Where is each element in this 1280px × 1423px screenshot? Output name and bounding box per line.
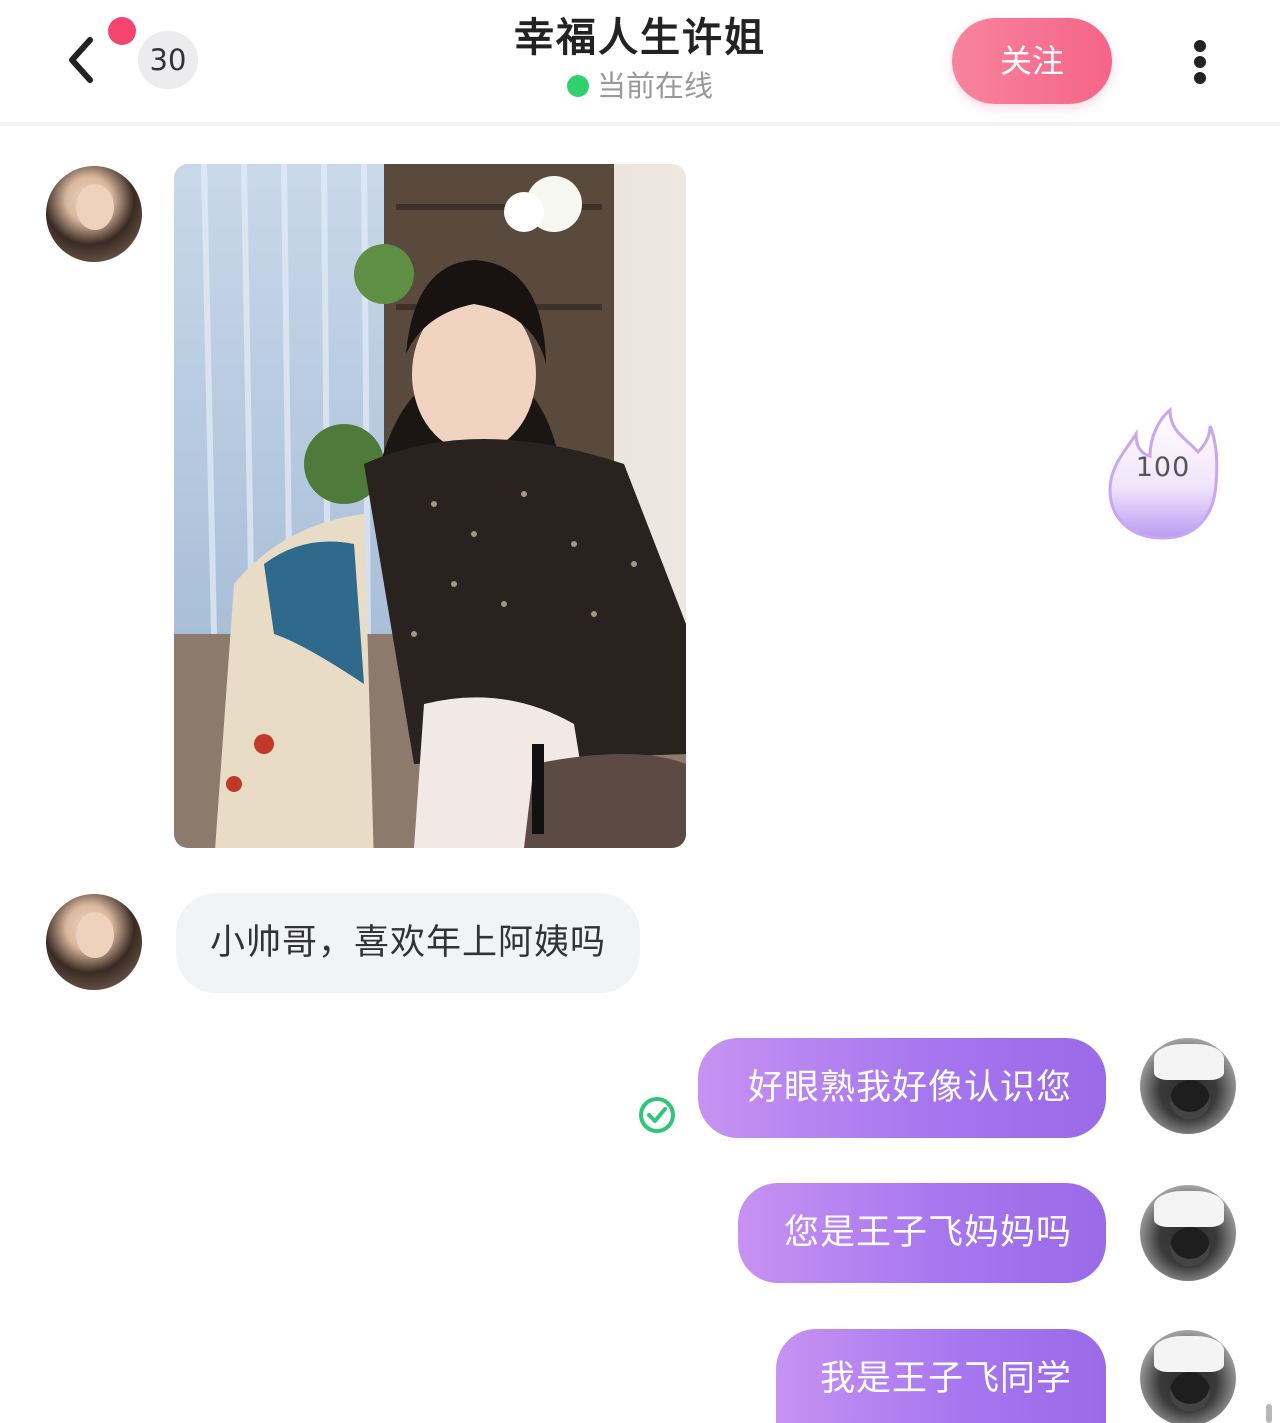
my-avatar[interactable] — [1140, 1038, 1236, 1134]
my-avatar[interactable] — [1140, 1330, 1236, 1423]
outgoing-message-bubble[interactable]: 我是王子飞同学 — [776, 1329, 1106, 1423]
more-vertical-icon — [1194, 40, 1206, 52]
gift-value: 100 — [1135, 452, 1191, 483]
unread-dot — [108, 17, 136, 45]
contact-avatar[interactable] — [46, 894, 142, 990]
incoming-message-bubble[interactable]: 小帅哥，喜欢年上阿姨吗 — [176, 893, 641, 993]
scrollbar[interactable] — [1266, 1404, 1272, 1423]
contact-avatar[interactable] — [46, 166, 142, 262]
photo-image — [174, 164, 686, 848]
chevron-left-icon — [69, 37, 93, 83]
more-options-button[interactable] — [1180, 34, 1220, 90]
chat-title: 幸福人生许姐 — [514, 15, 766, 61]
read-receipt — [637, 1095, 677, 1135]
chat-header: 30 幸福人生许姐 当前在线 关注 — [0, 0, 1280, 126]
gift-badge[interactable]: 100 — [1106, 404, 1220, 544]
check-circle-icon — [639, 1097, 675, 1133]
outgoing-message-bubble[interactable]: 您是王子飞妈妈吗 — [738, 1183, 1106, 1283]
unread-count-badge[interactable]: 30 — [138, 31, 198, 89]
outgoing-message-bubble[interactable]: 好眼熟我好像认识您 — [698, 1038, 1106, 1138]
chat-title-block: 幸福人生许姐 当前在线 — [380, 12, 900, 106]
online-dot-icon — [566, 75, 589, 97]
image-message[interactable] — [174, 164, 686, 848]
back-button[interactable] — [56, 30, 110, 90]
online-status: 当前在线 — [380, 66, 900, 106]
my-avatar[interactable] — [1140, 1185, 1236, 1281]
online-status-text: 当前在线 — [596, 69, 713, 103]
follow-button[interactable]: 关注 — [952, 18, 1112, 104]
